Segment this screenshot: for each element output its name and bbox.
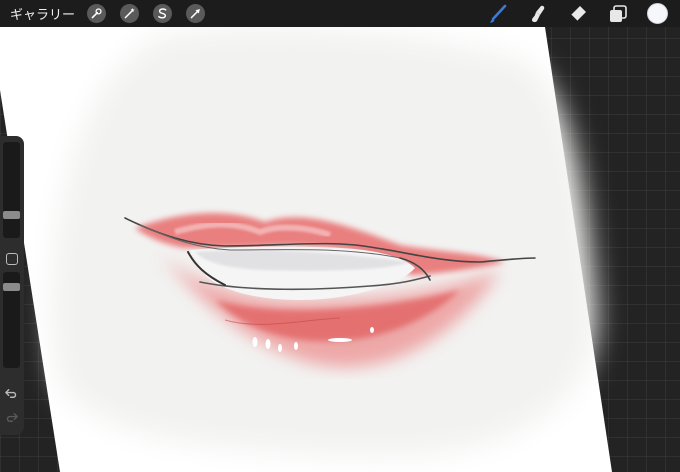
square-icon[interactable] [6,253,18,265]
opacity-thumb[interactable] [3,283,20,291]
lip-highlight-2 [265,339,271,349]
smudge-finger-icon [532,5,545,22]
top-toolbar: ギャラリー [0,0,680,27]
smudge-tool-button[interactable] [527,3,549,25]
redo-icon[interactable] [4,410,19,425]
brush-size-slider[interactable] [3,142,20,238]
lip-highlight-6 [370,327,374,333]
lip-highlight-5 [328,338,352,342]
drawing-canvas[interactable] [0,0,680,472]
adjustments-button[interactable] [120,4,140,23]
eraser-icon [570,5,586,21]
arrow-cursor-icon [190,9,200,19]
brush-icon [490,4,507,23]
brush-tool-button[interactable] [487,3,509,25]
right-tool-group [487,0,680,27]
layers-icon [610,4,627,22]
brush-size-thumb[interactable] [3,211,20,219]
left-sidebar [0,136,24,435]
lip-highlight-4 [294,342,298,350]
lip-highlight-3 [278,344,282,352]
wrench-icon [91,8,102,19]
transform-button[interactable] [186,4,206,23]
selection-button[interactable] [153,4,173,23]
magic-wand-icon [124,7,135,19]
eraser-tool-button[interactable] [567,3,589,25]
gallery-button[interactable]: ギャラリー [10,4,75,23]
selection-s-icon [158,8,167,19]
undo-icon[interactable] [4,386,19,401]
color-picker-button[interactable] [647,3,668,24]
layers-button[interactable] [607,3,629,25]
actions-button[interactable] [87,4,107,23]
lip-highlight-1 [252,337,258,347]
